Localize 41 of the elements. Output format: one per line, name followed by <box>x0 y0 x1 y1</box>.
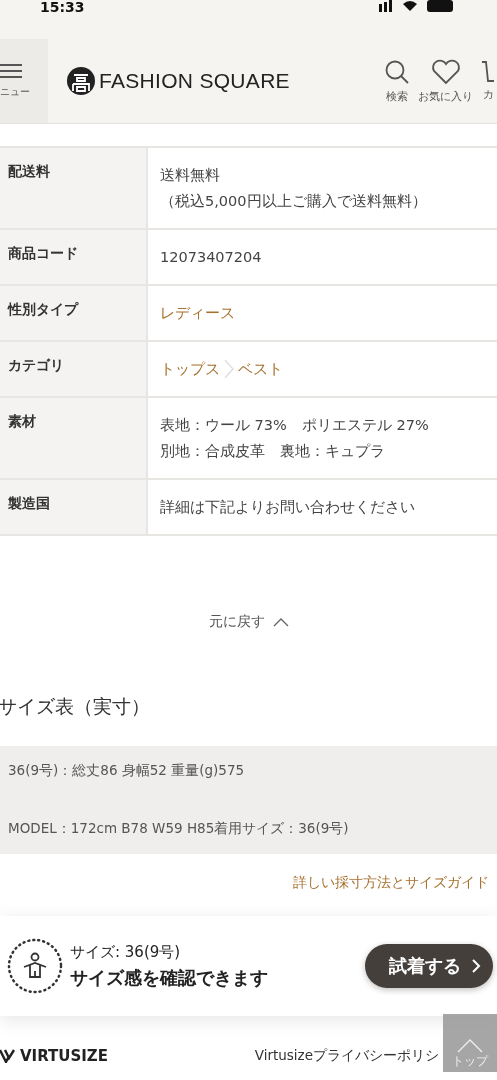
table-header-cell: 製造国 <box>0 480 148 534</box>
size-guide-link[interactable]: 詳しい採寸方法とサイズガイド <box>293 874 489 892</box>
table-cell-text: 表地：ウール 73% ポリエステル 27% 別地：合成皮革 裏地：キュプラ <box>159 416 430 461</box>
table-cell-text: 詳細は下記よりお問い合わせください <box>159 498 416 517</box>
favorite-button[interactable]: お気に入り <box>418 58 473 104</box>
table-header-cell: 性別タイプ <box>0 286 148 340</box>
chevron-up-icon <box>457 1039 483 1053</box>
search-button[interactable]: 検索 <box>384 58 410 104</box>
wifi-icon <box>403 1 417 11</box>
battery-icon <box>427 0 453 12</box>
table-header-cell: カテゴリ <box>0 342 148 396</box>
brand-name: VIRTUSIZE <box>20 1047 108 1065</box>
logo-icon <box>66 66 96 96</box>
menu-button[interactable]: ニュー <box>0 39 48 123</box>
size-text: MODEL：172cm B78 W59 H85着用サイズ：36(9号) <box>8 820 350 838</box>
search-icon <box>384 58 410 85</box>
chevron-up-icon <box>272 617 289 627</box>
brand-icon <box>0 1049 16 1063</box>
signal-icon <box>379 0 392 12</box>
chevron-right-icon <box>471 958 481 974</box>
table-cell-text: 送料無料 （税込5,000円以上ご購入で送料無料） <box>159 166 428 211</box>
logo-text: FASHION SQUARE <box>99 69 290 93</box>
size-text: 36(9号)：総丈86 身幅52 重量(g)575 <box>8 762 246 780</box>
body-icon <box>6 937 64 995</box>
collapse-button[interactable]: 元に戻す <box>202 612 295 632</box>
size-message: サイズ感を確認できます <box>70 965 268 990</box>
table-header-cell: 商品コード <box>0 230 148 284</box>
cart-button[interactable]: カ <box>481 60 495 102</box>
category-link[interactable]: ベスト <box>238 356 283 382</box>
table-header-cell: 配送料 <box>0 148 148 228</box>
try-on-button[interactable]: 試着する <box>365 944 493 988</box>
gender-link[interactable]: レディース <box>160 300 485 326</box>
category-link[interactable]: トップス <box>160 356 220 382</box>
chevron-right-icon <box>224 359 234 379</box>
status-time: 15:33 <box>40 0 85 14</box>
heart-icon <box>430 58 461 85</box>
table-header-cell: 素材 <box>0 398 148 478</box>
size-label: サイズ: 36(9号) <box>70 942 182 962</box>
table-cell-text: 12073407204 <box>159 248 263 267</box>
menu-icon <box>0 63 22 79</box>
privacy-link[interactable]: Virtusizeプライバシーポリシ <box>254 1047 439 1065</box>
